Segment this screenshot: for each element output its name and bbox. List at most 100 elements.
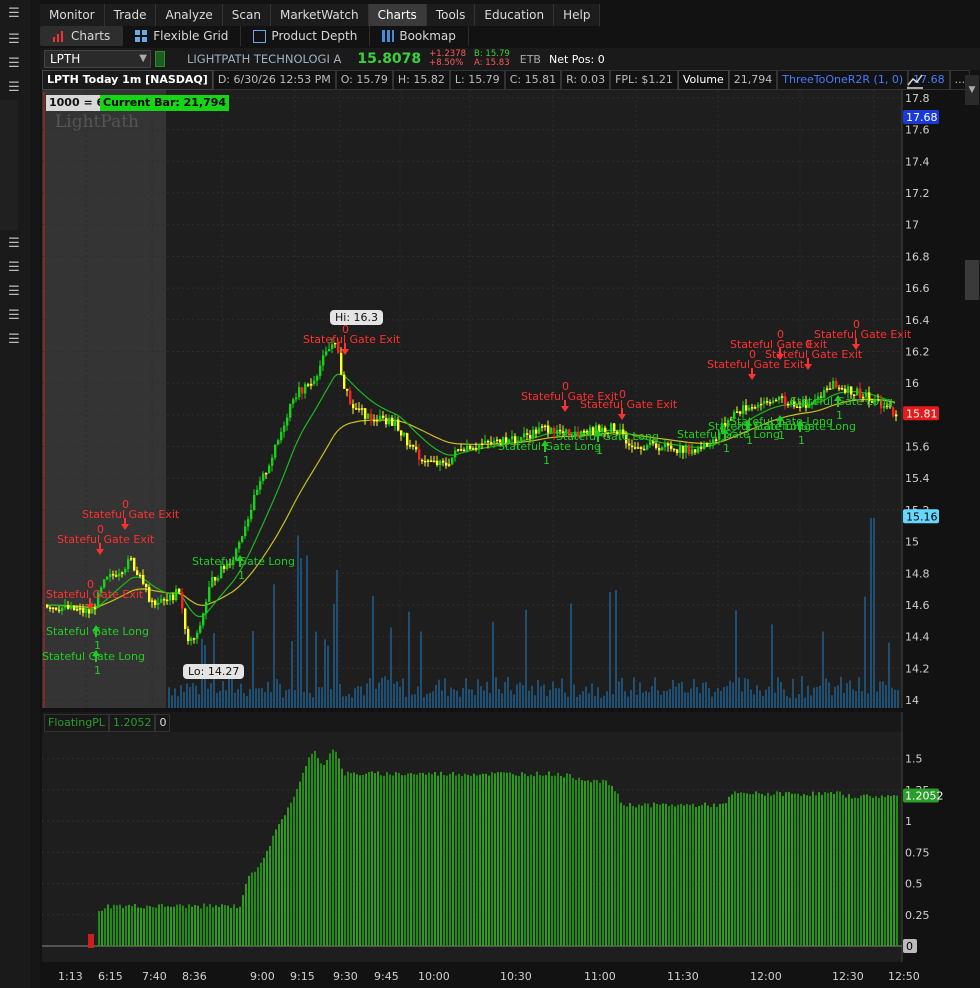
candle-body <box>277 440 280 445</box>
pl-bar <box>392 775 394 946</box>
pl-bar <box>866 794 868 946</box>
candle-body <box>655 443 658 448</box>
pl-bar <box>578 777 580 946</box>
volume-bar <box>168 687 170 708</box>
volume-bar <box>798 693 800 708</box>
pl-bar <box>104 908 106 946</box>
volume-bar <box>342 696 344 708</box>
candle-body <box>700 447 703 449</box>
volume-bar <box>231 678 233 708</box>
candle-body <box>355 408 358 410</box>
pl-bar <box>737 793 739 946</box>
volume-bar <box>597 687 599 708</box>
candle-body <box>547 425 550 433</box>
long-signal-value: 1 <box>746 434 753 447</box>
volume-bar <box>246 696 248 708</box>
pl-bar <box>845 797 847 946</box>
long-signal-value: 1 <box>836 409 843 422</box>
pl-bar <box>284 815 286 946</box>
long-signal-value: 1 <box>543 454 550 467</box>
candle-body <box>844 388 847 393</box>
candle-body <box>295 397 298 400</box>
volume-bar <box>642 692 644 708</box>
candle-body <box>262 473 265 481</box>
volume-bar <box>546 696 548 708</box>
volume-bar <box>513 694 515 708</box>
candle-body <box>184 608 187 629</box>
pl-bar <box>893 795 895 946</box>
volume-bar <box>762 695 764 708</box>
volume-bar <box>372 595 374 708</box>
pl-bar <box>752 794 754 946</box>
pl-bar <box>170 906 172 946</box>
pl-bar <box>470 775 472 946</box>
candle-body <box>493 440 496 444</box>
volume-bar <box>486 681 488 708</box>
exit-signal-label: Stateful Gate Exit <box>57 533 155 546</box>
pl-bar <box>401 775 403 946</box>
volume-bar <box>288 689 290 708</box>
volume-bar <box>366 683 368 708</box>
candle-body <box>94 607 97 610</box>
candle-body <box>778 396 781 400</box>
price-tick: 14.2 <box>905 662 930 675</box>
pl-bar <box>452 771 454 946</box>
candle-body <box>466 445 469 451</box>
candle-body <box>268 465 271 473</box>
price-chart[interactable]: Stateful Gate Long1Stateful Gate Long1St… <box>0 0 980 988</box>
candle-body <box>478 444 481 448</box>
pl-bar <box>683 805 685 946</box>
price-tick: 14.4 <box>905 631 930 644</box>
volume-bar <box>741 691 743 708</box>
candle-body <box>307 384 310 386</box>
pl-bar <box>857 798 859 946</box>
volume-bar <box>171 695 173 708</box>
volume-bar <box>447 696 449 708</box>
volume-bar <box>222 680 224 708</box>
pl-bar <box>302 772 304 946</box>
exit-signal-value: 0 <box>122 498 129 511</box>
candle-body <box>841 388 844 390</box>
pl-bar <box>317 758 319 946</box>
pl-bar <box>101 910 103 946</box>
candle-body <box>139 574 142 577</box>
volume-bar <box>873 518 875 708</box>
pl-bar <box>653 802 655 946</box>
candle-body <box>442 460 445 463</box>
pl-bar <box>827 792 829 946</box>
pl-bar <box>812 791 814 946</box>
pl-bar <box>851 798 853 946</box>
candle-body <box>292 399 295 404</box>
time-tick: 11:00 <box>584 970 616 983</box>
pl-bar <box>701 804 703 946</box>
exit-signal-value: 0 <box>777 328 784 341</box>
pl-bar <box>404 775 406 946</box>
pl-bar <box>821 794 823 946</box>
volume-bar <box>744 678 746 708</box>
pl-bar <box>824 792 826 946</box>
indicator-badge: 17.68 <box>906 111 938 124</box>
candle-body <box>118 573 121 577</box>
volume-bar <box>387 679 389 708</box>
exit-signal-value: 0 <box>562 380 569 393</box>
pl-bar <box>692 803 694 946</box>
candle-body <box>241 536 244 543</box>
volume-bar <box>510 690 512 708</box>
exit-signal-value: 0 <box>97 523 104 536</box>
volume-bar <box>249 688 251 708</box>
candle-body <box>475 447 478 450</box>
candle-body <box>385 417 388 425</box>
volume-bar <box>192 683 194 708</box>
pl-bar <box>527 776 529 946</box>
study-name[interactable]: FloatingPL <box>44 714 109 732</box>
candle-body <box>529 434 532 439</box>
pl-bar <box>347 771 349 946</box>
pl-bar <box>227 905 229 946</box>
time-tick: 11:30 <box>667 970 699 983</box>
candle-body <box>313 380 316 384</box>
volume-bar <box>852 689 854 708</box>
pl-bar <box>656 803 658 946</box>
pl-bar <box>215 905 217 946</box>
pl-bar <box>521 772 523 946</box>
volume-bar <box>297 535 299 708</box>
